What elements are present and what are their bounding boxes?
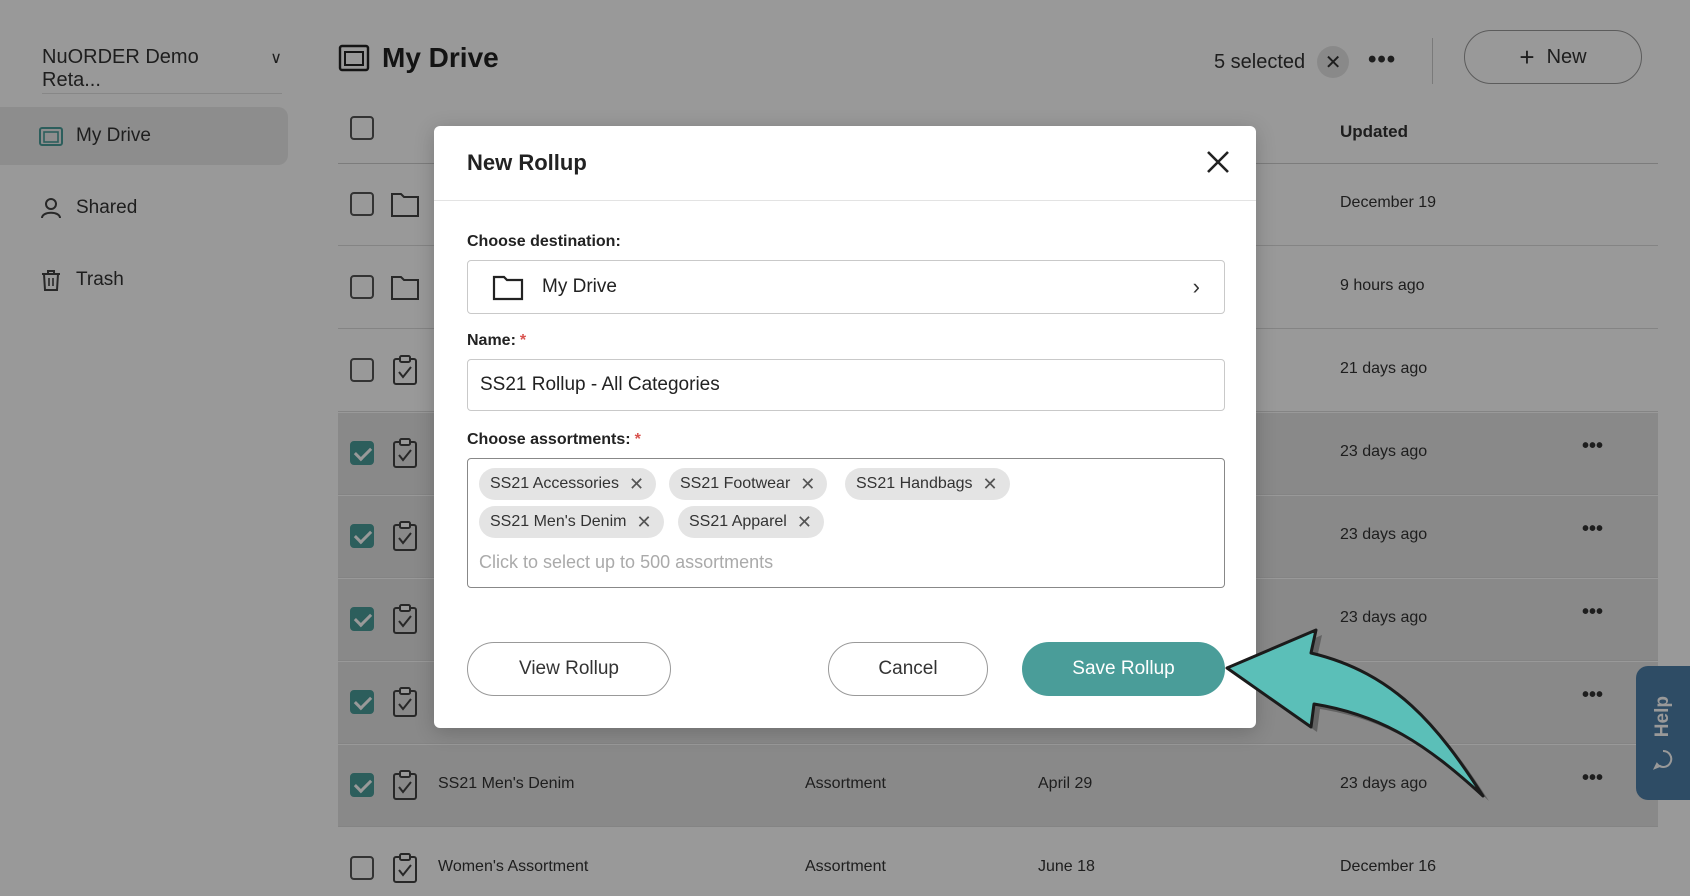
assortment-chip: SS21 Accessories ✕ <box>479 468 657 500</box>
callout-arrow-icon <box>1225 628 1489 801</box>
remove-chip-icon[interactable]: ✕ <box>983 474 998 495</box>
save-rollup-button[interactable]: Save Rollup <box>1022 642 1225 696</box>
destination-picker[interactable]: My Drive › <box>467 260 1225 314</box>
assortments-placeholder: Click to select up to 500 assortments <box>479 552 774 572</box>
new-rollup-dialog: New Rollup Choose destination: My Drive … <box>434 126 1256 728</box>
dialog-title: New Rollup <box>467 150 587 175</box>
view-rollup-button[interactable]: View Rollup <box>467 642 671 696</box>
rollup-name-input[interactable] <box>467 359 1225 411</box>
dialog-header: New Rollup <box>434 126 1256 201</box>
assortments-multiselect[interactable]: SS21 Accessories ✕ SS21 Footwear ✕ SS21 … <box>467 458 1225 588</box>
assortment-chip: SS21 Footwear ✕ <box>669 468 828 500</box>
chevron-right-icon: › <box>1192 274 1200 299</box>
remove-chip-icon[interactable]: ✕ <box>629 474 644 495</box>
remove-chip-icon[interactable]: ✕ <box>800 474 815 495</box>
assortment-chip: SS21 Apparel ✕ <box>678 506 824 538</box>
destination-value: My Drive <box>542 276 617 297</box>
assortment-chip: SS21 Handbags ✕ <box>845 468 1010 500</box>
assortment-chip: SS21 Men's Denim ✕ <box>479 506 664 538</box>
name-label: Name: * <box>467 332 527 349</box>
folder-icon <box>492 275 524 301</box>
cancel-button[interactable]: Cancel <box>828 642 988 696</box>
remove-chip-icon[interactable]: ✕ <box>797 512 812 533</box>
destination-label: Choose destination: <box>467 233 621 250</box>
remove-chip-icon[interactable]: ✕ <box>636 512 651 533</box>
close-icon[interactable] <box>1200 144 1236 180</box>
assortments-label: Choose assortments: * <box>467 431 641 448</box>
